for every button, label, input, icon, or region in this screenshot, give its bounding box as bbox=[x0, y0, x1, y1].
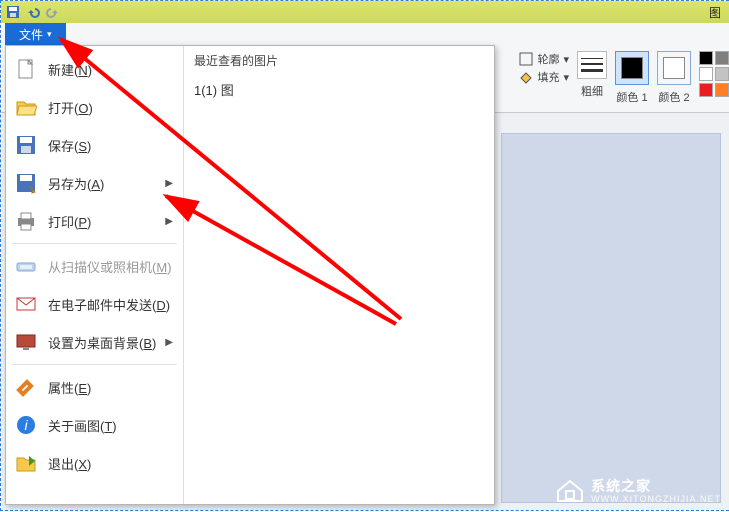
menu-item-exit[interactable]: 退出(X) bbox=[6, 444, 183, 482]
chevron-down-icon: ▾ bbox=[47, 29, 52, 40]
menu-item-label: 从扫描仪或照相机(M) bbox=[48, 257, 172, 276]
menu-item-label: 退出(X) bbox=[48, 454, 91, 473]
palette-swatch[interactable] bbox=[699, 83, 713, 97]
about-icon: i bbox=[14, 413, 38, 437]
color-palette[interactable] bbox=[699, 51, 729, 97]
watermark-logo-icon bbox=[555, 477, 585, 503]
stroke-width[interactable]: 粗细 bbox=[577, 51, 607, 99]
menu-separator bbox=[12, 243, 177, 244]
stroke-icon bbox=[577, 51, 607, 79]
fill-icon bbox=[519, 70, 533, 84]
saveas-icon bbox=[14, 171, 38, 195]
menu-item-prop[interactable]: 属性(E) bbox=[6, 368, 183, 406]
menu-item-label: 关于画图(T) bbox=[48, 416, 117, 435]
menu-item-label: 打开(O) bbox=[48, 98, 93, 117]
menu-item-save[interactable]: 保存(S) bbox=[6, 126, 183, 164]
palette-swatch[interactable] bbox=[715, 51, 729, 65]
file-tab[interactable]: 文件 ▾ bbox=[5, 23, 66, 45]
submenu-arrow-icon: ▶ bbox=[165, 216, 173, 227]
palette-swatch[interactable] bbox=[715, 67, 729, 81]
submenu-arrow-icon: ▶ bbox=[165, 178, 173, 189]
menu-item-desktop[interactable]: 设置为桌面背景(B) ▶ bbox=[6, 323, 183, 361]
prop-icon bbox=[14, 375, 38, 399]
redo-icon[interactable] bbox=[45, 4, 61, 20]
save-icon[interactable] bbox=[5, 4, 21, 20]
menu-item-label: 设置为桌面背景(B) bbox=[48, 333, 156, 352]
palette-swatch[interactable] bbox=[715, 83, 729, 97]
shape-options: 轮廓▾ 填充▾ bbox=[519, 51, 569, 85]
recent-item[interactable]: 1(1) 图 bbox=[194, 77, 484, 102]
menu-item-new[interactable]: 新建(N) bbox=[6, 50, 183, 88]
menu-separator bbox=[12, 364, 177, 365]
menu-item-saveas[interactable]: 另存为(A) ▶ bbox=[6, 164, 183, 202]
save-icon bbox=[14, 133, 38, 157]
menu-item-label: 另存为(A) bbox=[48, 174, 104, 193]
menu-item-email[interactable]: 在电子邮件中发送(D) bbox=[6, 285, 183, 323]
menu-item-about[interactable]: i 关于画图(T) bbox=[6, 406, 183, 444]
palette-swatch[interactable] bbox=[699, 67, 713, 81]
menu-item-label: 属性(E) bbox=[48, 378, 91, 397]
color-2[interactable]: 颜色 2 bbox=[657, 51, 691, 105]
menu-item-label: 新建(N) bbox=[48, 60, 92, 79]
desktop-icon bbox=[14, 330, 38, 354]
color-1[interactable]: 颜色 1 bbox=[615, 51, 649, 105]
canvas[interactable] bbox=[501, 133, 721, 503]
outline-icon bbox=[519, 52, 533, 66]
menu-item-print[interactable]: 打印(P) ▶ bbox=[6, 202, 183, 240]
palette-swatch[interactable] bbox=[699, 51, 713, 65]
outline-button[interactable]: 轮廓▾ bbox=[519, 51, 569, 67]
menu-item-label: 在电子邮件中发送(D) bbox=[48, 295, 170, 314]
email-icon bbox=[14, 292, 38, 316]
open-icon bbox=[14, 95, 38, 119]
titlebar: 图 bbox=[1, 1, 729, 23]
menu-item-scan: 从扫描仪或照相机(M) bbox=[6, 247, 183, 285]
exit-icon bbox=[14, 451, 38, 475]
submenu-arrow-icon: ▶ bbox=[165, 337, 173, 348]
new-icon bbox=[14, 57, 38, 81]
undo-icon[interactable] bbox=[25, 4, 41, 20]
file-tab-label: 文件 bbox=[19, 26, 43, 43]
menu-item-label: 打印(P) bbox=[48, 212, 91, 231]
file-menu: 新建(N) 打开(O) 保存(S) 另存为(A) ▶ 打印(P) ▶ 从扫描仪或照相机(M) 在… bbox=[5, 45, 495, 505]
scan-icon bbox=[14, 254, 38, 278]
fill-button[interactable]: 填充▾ bbox=[519, 69, 569, 85]
print-icon bbox=[14, 209, 38, 233]
window-title-fragment: 图 bbox=[709, 4, 725, 21]
recent-header: 最近查看的图片 bbox=[194, 52, 484, 69]
menu-item-open[interactable]: 打开(O) bbox=[6, 88, 183, 126]
watermark: 系统之家 WWW.XITONGZHIJIA.NET bbox=[555, 476, 721, 504]
menu-item-label: 保存(S) bbox=[48, 136, 91, 155]
